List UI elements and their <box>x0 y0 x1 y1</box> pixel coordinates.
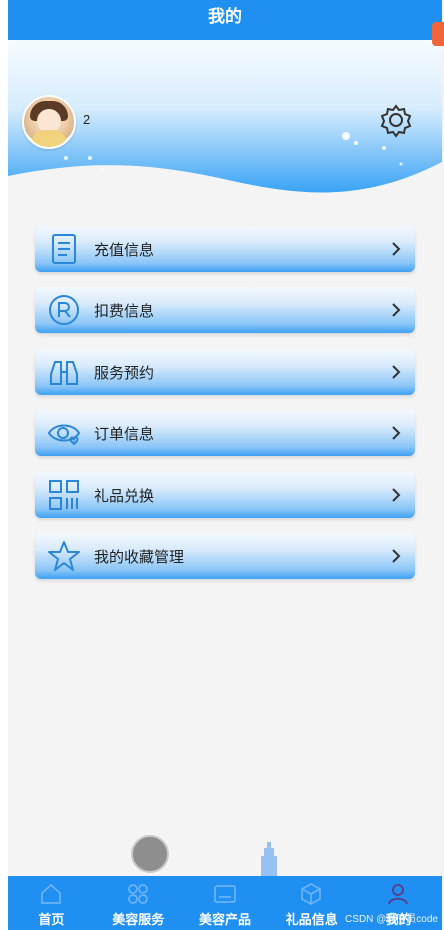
nav-label: 美容产品 <box>198 912 251 927</box>
qr-code-icon <box>47 479 81 511</box>
menu-item-order-info[interactable]: 订单信息 <box>35 410 415 456</box>
tower-silhouette-icon <box>254 842 284 878</box>
home-icon <box>39 882 63 906</box>
flower-grid-icon <box>126 882 150 906</box>
top-title-bar: 我的 <box>8 0 442 40</box>
page-title: 我的 <box>208 7 242 26</box>
avatar-body <box>32 130 66 147</box>
watermark: CSDN @程序员code <box>345 914 438 925</box>
menu-label: 我的收藏管理 <box>94 549 185 566</box>
avatar[interactable] <box>22 95 76 149</box>
left-margin <box>0 0 8 930</box>
nav-label: 美容服务 <box>112 912 165 927</box>
nav-item-beauty-products[interactable]: 美容产品 <box>182 876 269 930</box>
gift-box-icon <box>299 882 323 906</box>
menu-label: 充值信息 <box>94 242 155 259</box>
image-card-icon <box>213 882 237 906</box>
nav-item-beauty-services[interactable]: 美容服务 <box>95 876 182 930</box>
menu-label: 礼品兑换 <box>94 488 155 505</box>
chevron-right-icon <box>391 425 401 441</box>
corner-floating-badge[interactable] <box>432 22 444 46</box>
chevron-right-icon <box>391 241 401 257</box>
nav-label: 礼品信息 <box>285 912 338 927</box>
username: 2 <box>83 112 91 127</box>
binoculars-icon <box>47 356 81 388</box>
nav-label: 首页 <box>38 912 65 927</box>
eye-heart-icon <box>47 417 81 449</box>
menu-label: 订单信息 <box>94 426 155 443</box>
registered-r-icon <box>47 294 81 326</box>
floating-assistive-ball[interactable] <box>131 835 169 873</box>
document-list-icon <box>47 233 81 265</box>
settings-gear-icon[interactable] <box>378 102 414 138</box>
menu-item-favorites-management[interactable]: 我的收藏管理 <box>35 533 415 579</box>
chevron-right-icon <box>391 302 401 318</box>
chevron-right-icon <box>391 364 401 380</box>
chevron-right-icon <box>391 487 401 503</box>
menu-item-deduction-info[interactable]: 扣费信息 <box>35 287 415 333</box>
user-icon <box>386 882 410 906</box>
chevron-right-icon <box>391 548 401 564</box>
app-screen: 我的 2 充值信息 扣费信息 服务预约 订单信息 礼品兑换 我的收藏管理 首页 … <box>8 0 442 930</box>
menu-item-recharge-info[interactable]: 充值信息 <box>35 226 415 272</box>
menu-label: 扣费信息 <box>94 303 155 320</box>
star-icon <box>47 540 81 572</box>
nav-item-home[interactable]: 首页 <box>8 876 95 930</box>
menu-item-gift-exchange[interactable]: 礼品兑换 <box>35 472 415 518</box>
menu-item-service-booking[interactable]: 服务预约 <box>35 349 415 395</box>
nav-item-gift-info[interactable]: 礼品信息 <box>268 876 355 930</box>
menu-label: 服务预约 <box>94 365 155 382</box>
